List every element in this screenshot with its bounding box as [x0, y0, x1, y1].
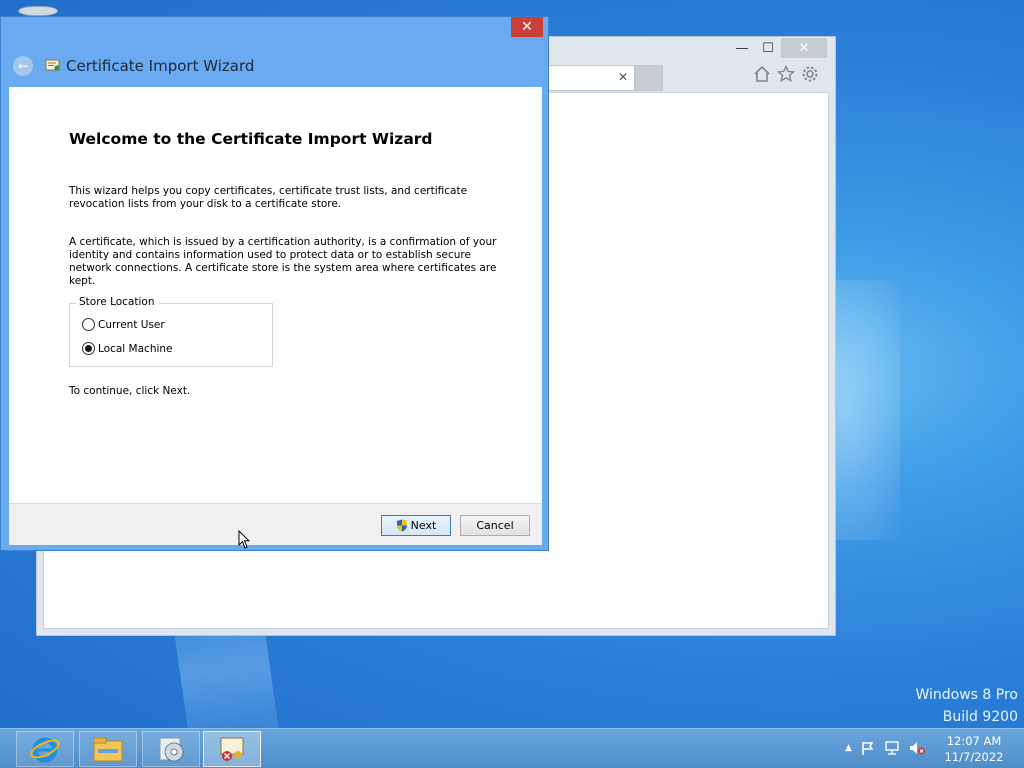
internet-explorer-icon [30, 737, 60, 763]
settings-gear-icon[interactable] [801, 65, 819, 83]
local-machine-label[interactable]: Local Machine [98, 343, 173, 355]
mouse-pointer-icon [238, 530, 250, 549]
back-arrow-icon[interactable]: ← [13, 56, 33, 76]
uac-shield-icon [396, 519, 407, 532]
action-center-flag-icon[interactable] [860, 740, 876, 756]
current-user-radio[interactable] [82, 318, 95, 331]
recycle-bin-icon[interactable] [18, 6, 58, 16]
current-user-label[interactable]: Current User [98, 319, 165, 331]
taskbar-certificate-wizard[interactable] [203, 731, 261, 767]
network-icon[interactable] [884, 740, 900, 756]
next-button[interactable]: Next [381, 515, 451, 536]
taskbar: ▲ 12:07 AM 11/7/2022 [0, 728, 1024, 768]
radio-selected-dot [85, 345, 92, 352]
wizard-footer: Next Cancel [9, 503, 542, 545]
dialog-title: Certificate Import Wizard [66, 57, 255, 75]
media-center-icon [159, 737, 184, 762]
favorites-star-icon[interactable] [777, 65, 795, 83]
local-machine-option[interactable]: Local Machine [82, 342, 173, 355]
taskbar-internet-explorer[interactable] [16, 731, 74, 767]
intro-paragraph: This wizard helps you copy certificates,… [69, 185, 468, 210]
ie-minimize-button[interactable]: — [729, 38, 755, 58]
system-clock[interactable]: 12:07 AM 11/7/2022 [944, 733, 1004, 765]
ie-tab[interactable]: ✕ [549, 65, 635, 91]
certificate-import-wizard-dialog: ✕ ← Certificate Import Wizard Welcome to… [0, 16, 549, 551]
home-icon[interactable] [753, 65, 771, 83]
notification-area: ▲ [845, 740, 926, 756]
close-button[interactable]: ✕ [511, 17, 543, 37]
taskbar-media-center[interactable] [142, 731, 200, 767]
local-machine-radio[interactable] [82, 342, 95, 355]
watermark-edition: Windows 8 Pro [915, 687, 1018, 703]
store-location-group: Store Location Current User Local Machin… [69, 296, 273, 367]
ie-window-controls: — ☐ ✕ [729, 38, 827, 58]
ie-maximize-button[interactable]: ☐ [755, 38, 781, 58]
clock-time: 12:07 AM [946, 734, 1002, 748]
clock-date: 11/7/2022 [944, 750, 1004, 764]
ie-close-button[interactable]: ✕ [781, 38, 827, 58]
show-hidden-icons-button[interactable]: ▲ [845, 743, 852, 753]
ie-toolbar [753, 65, 819, 83]
taskbar-file-explorer[interactable] [79, 731, 137, 767]
certificate-description-paragraph: A certificate, which is issued by a cert… [69, 236, 497, 287]
current-user-option[interactable]: Current User [82, 318, 165, 331]
page-title: Welcome to the Certificate Import Wizard [69, 130, 433, 148]
wizard-body: Welcome to the Certificate Import Wizard… [9, 87, 542, 503]
continue-instruction: To continue, click Next. [69, 385, 191, 397]
certificate-wizard-icon [220, 737, 244, 761]
ie-new-tab-button[interactable] [635, 65, 663, 91]
cancel-button[interactable]: Cancel [460, 515, 530, 536]
windows-watermark: Windows 8 Pro Build 9200 [915, 684, 1018, 728]
watermark-build: Build 9200 [942, 709, 1018, 725]
volume-muted-icon[interactable] [908, 740, 926, 756]
file-explorer-icon [93, 737, 123, 762]
certificate-icon [45, 59, 60, 71]
next-button-label: Next [410, 519, 437, 532]
tab-close-icon[interactable]: ✕ [618, 70, 628, 84]
store-location-legend: Store Location [76, 296, 158, 308]
